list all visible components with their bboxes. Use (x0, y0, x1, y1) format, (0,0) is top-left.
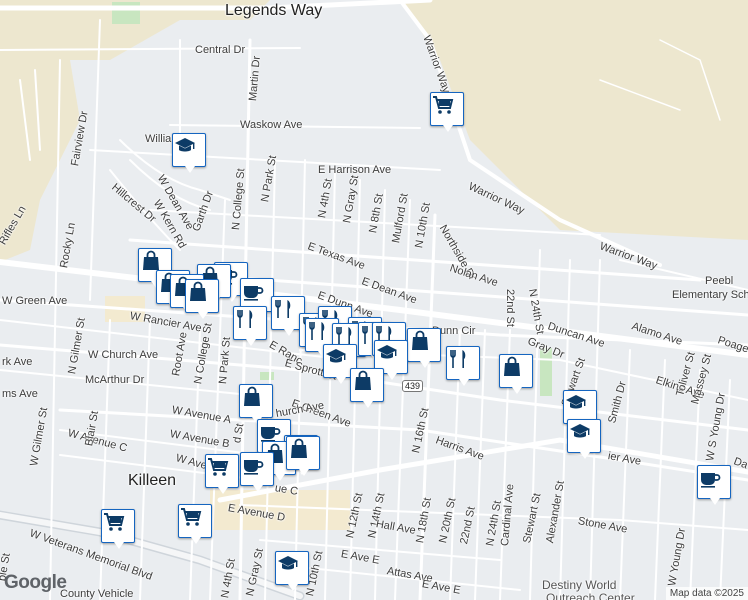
city-label: Killeen (128, 472, 177, 489)
street-label: Elementary Scho (672, 289, 748, 301)
school-marker[interactable] (275, 551, 309, 591)
school-marker[interactable] (172, 133, 206, 173)
highway-shield: 439 (402, 380, 424, 392)
street-label: ms Ave (2, 388, 38, 400)
street-label: Central Dr (195, 44, 246, 56)
shopping-cart-marker[interactable] (101, 509, 135, 549)
street-label: Destiny World (542, 578, 617, 592)
street-label: 22nd St (504, 289, 516, 327)
street-label: rk Ave (2, 356, 33, 368)
shopping-bag-marker[interactable] (499, 354, 533, 394)
shopping-bag-marker[interactable] (185, 279, 219, 319)
shopping-bag-marker[interactable] (286, 436, 320, 476)
shopping-bag-marker[interactable] (407, 328, 441, 368)
school-marker[interactable] (567, 419, 601, 459)
coffee-marker[interactable] (697, 465, 731, 505)
restaurant-marker[interactable] (233, 306, 267, 346)
map-attribution: Map data ©2025 (665, 587, 748, 600)
street-label: Waskow Ave (240, 119, 303, 131)
coffee-marker[interactable] (240, 452, 274, 492)
street-label: Legends Way (225, 2, 323, 19)
street-label: Peebl (705, 275, 734, 287)
street-label: County Vehicle (60, 588, 134, 600)
shopping-cart-marker[interactable] (178, 504, 212, 544)
shopping-cart-marker[interactable] (430, 92, 464, 132)
map-view[interactable]: Legends Way Central Dr Martin Dr Warrior Wa… (0, 0, 748, 600)
park-area (112, 2, 140, 24)
street-label: Outreach Center (546, 591, 635, 600)
street-label: W Green Ave (2, 295, 68, 307)
shopping-bag-marker[interactable] (239, 384, 273, 424)
street-label: McArthur Dr (85, 374, 145, 386)
shopping-bag-marker[interactable] (350, 368, 384, 408)
street-label: E Harrison Ave (318, 164, 392, 176)
google-logo: Google (4, 572, 67, 593)
restaurant-marker[interactable] (446, 346, 480, 386)
street-label: W Church Ave (88, 349, 159, 361)
shopping-cart-marker[interactable] (205, 454, 239, 494)
